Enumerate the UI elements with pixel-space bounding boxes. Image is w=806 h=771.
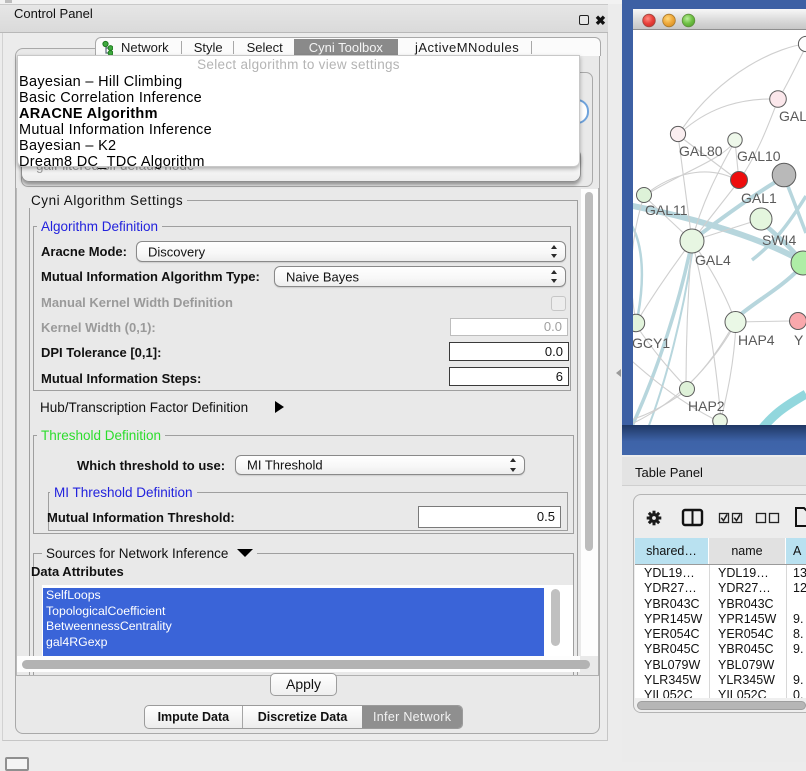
svg-text:HAP4: HAP4 [738, 332, 775, 348]
svg-text:SWI4: SWI4 [762, 232, 796, 248]
svg-text:HAP2: HAP2 [688, 398, 725, 414]
svg-text:Y: Y [794, 332, 804, 348]
svg-text:GAL7: GAL7 [779, 108, 806, 124]
svg-text:GAL1: GAL1 [741, 190, 777, 206]
svg-text:GAL10: GAL10 [737, 148, 781, 164]
svg-text:GAL11: GAL11 [645, 202, 688, 218]
svg-text:GCY1: GCY1 [632, 335, 670, 351]
svg-text:GAL80: GAL80 [679, 143, 723, 159]
svg-text:GAL4: GAL4 [695, 252, 731, 268]
